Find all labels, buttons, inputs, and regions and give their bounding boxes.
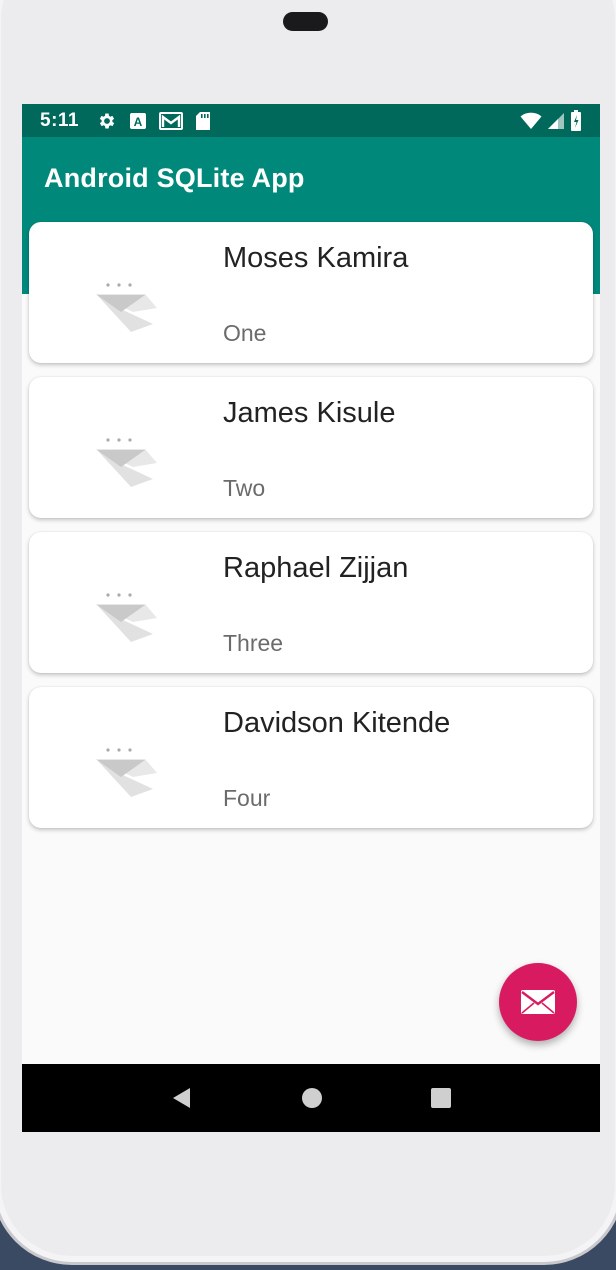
- system-nav-bar: [22, 1064, 600, 1132]
- a-icon: A: [129, 112, 146, 129]
- list-item[interactable]: Moses Kamira One: [29, 222, 593, 363]
- status-time: 5:11: [40, 109, 79, 131]
- record-name: Moses Kamira: [223, 242, 409, 274]
- recents-icon[interactable]: [430, 1087, 452, 1109]
- home-icon[interactable]: [301, 1087, 323, 1109]
- note-icon: [95, 593, 157, 642]
- list-item[interactable]: Davidson Kitende Four: [29, 687, 593, 828]
- record-subtitle: Four: [223, 785, 271, 811]
- gmail-icon: [158, 111, 183, 130]
- record-subtitle: One: [223, 320, 267, 346]
- status-bar: 5:11 A: [22, 104, 600, 137]
- gear-icon: [99, 113, 115, 128]
- list-item[interactable]: James Kisule Two: [29, 377, 593, 518]
- record-name: Raphael Zijjan: [223, 552, 409, 584]
- note-icon: [95, 438, 157, 487]
- app-title: Android SQLite App: [44, 163, 305, 193]
- sd-card-icon: [195, 111, 210, 130]
- compose-fab-button[interactable]: [499, 963, 577, 1041]
- note-icon: [95, 283, 157, 332]
- note-icon: [95, 748, 157, 797]
- list-item[interactable]: Raphael Zijjan Three: [29, 532, 593, 673]
- battery-icon: [571, 109, 581, 131]
- record-name: James Kisule: [223, 397, 396, 429]
- email-icon: [521, 990, 555, 1014]
- back-icon[interactable]: [170, 1086, 194, 1110]
- app-screen: 5:11 A Android SQLite App Moses Kamira O…: [22, 104, 600, 1132]
- records-list: Moses Kamira One James Kisule Two Raphae…: [29, 222, 593, 842]
- record-subtitle: Three: [223, 630, 284, 656]
- svg-text:A: A: [134, 115, 143, 129]
- wifi-icon: [520, 112, 542, 129]
- record-name: Davidson Kitende: [223, 707, 451, 739]
- proximity-sensor: [283, 12, 328, 31]
- record-subtitle: Two: [223, 475, 266, 501]
- signal-icon: [548, 112, 564, 129]
